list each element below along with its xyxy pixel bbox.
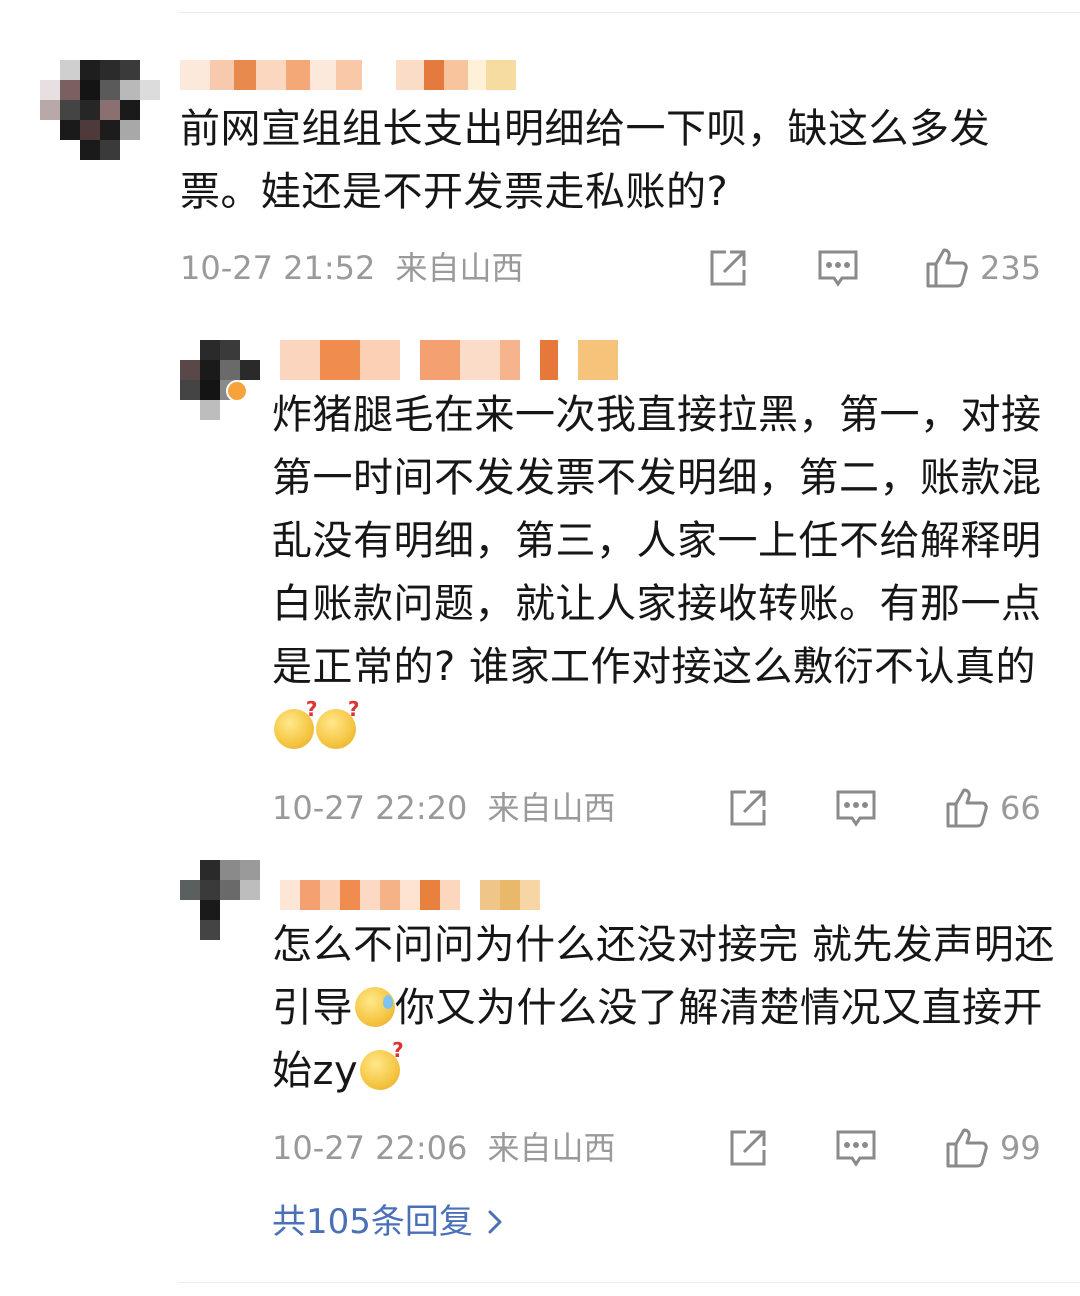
comment-text: 炸猪腿毛在来一次我直接拉黑，第一，对接第一时间不发发票不发明细，第二，账款混乱没… <box>272 384 1062 762</box>
avatar[interactable] <box>40 60 160 160</box>
confused-emoji-icon <box>274 699 318 749</box>
like-button[interactable]: 99 <box>944 1126 1041 1170</box>
thumbs-up-icon <box>946 788 988 828</box>
top-divider <box>178 12 1080 13</box>
confused-emoji-icon <box>360 1040 404 1090</box>
repost-button[interactable] <box>726 1126 770 1170</box>
more-replies-label: 共105条回复 <box>272 1202 473 1242</box>
comment-location: 来自山西 <box>487 1129 616 1167</box>
username-blurred[interactable] <box>280 880 540 910</box>
verified-badge-icon <box>226 380 248 402</box>
like-count: 235 <box>980 249 1042 287</box>
repost-icon <box>710 250 746 286</box>
repost-icon <box>730 790 766 826</box>
comment-location: 来自山西 <box>487 789 616 827</box>
comment-text-body: 炸猪腿毛在来一次我直接拉黑，第一，对接第一时间不发发票不发明细，第二，账款混乱没… <box>272 392 1042 690</box>
thumbs-up-icon <box>926 248 968 288</box>
comment-button[interactable] <box>834 786 878 830</box>
avatar[interactable] <box>180 860 260 940</box>
comment-icon <box>818 250 858 287</box>
comment-icon <box>836 1130 876 1167</box>
like-count: 66 <box>1000 789 1041 827</box>
more-replies-link[interactable]: 共105条回复 <box>272 1200 503 1244</box>
repost-button[interactable] <box>726 786 770 830</box>
comment-time: 10-27 22:20 <box>272 789 468 827</box>
like-count: 99 <box>1000 1129 1041 1167</box>
comment-time: 10-27 22:06 <box>272 1129 468 1167</box>
comment-button[interactable] <box>816 246 860 290</box>
repost-button[interactable] <box>706 246 750 290</box>
comment-meta: 10-27 22:06 来自山西 <box>272 1128 616 1168</box>
repost-icon <box>730 1130 766 1166</box>
comment-text: 怎么不问问为什么还没对接完 就先发声明还引导 你又为什么没了解清楚情况又直接开始z… <box>272 914 1062 1103</box>
bottom-divider <box>178 1282 1080 1283</box>
comment-meta: 10-27 21:52 来自山西 <box>180 248 524 288</box>
comment-text: 前网宣组组长支出明细给一下呗，缺这么多发票。娃还是不开发票走私账的? <box>180 106 990 215</box>
comment-time: 10-27 21:52 <box>180 249 376 287</box>
comment-location: 来自山西 <box>395 249 524 287</box>
comment-icon <box>836 790 876 827</box>
sweat-emoji-icon <box>355 987 395 1027</box>
chevron-right-icon <box>488 1210 502 1234</box>
username-blurred[interactable] <box>280 340 618 380</box>
like-button[interactable]: 235 <box>924 246 1041 290</box>
username-blurred[interactable] <box>180 60 516 90</box>
avatar[interactable] <box>180 340 260 420</box>
like-button[interactable]: 66 <box>944 786 1041 830</box>
comment-button[interactable] <box>834 1126 878 1170</box>
confused-emoji-icon <box>316 699 360 749</box>
comment-meta: 10-27 22:20 来自山西 <box>272 788 616 828</box>
thumbs-up-icon <box>946 1128 988 1168</box>
